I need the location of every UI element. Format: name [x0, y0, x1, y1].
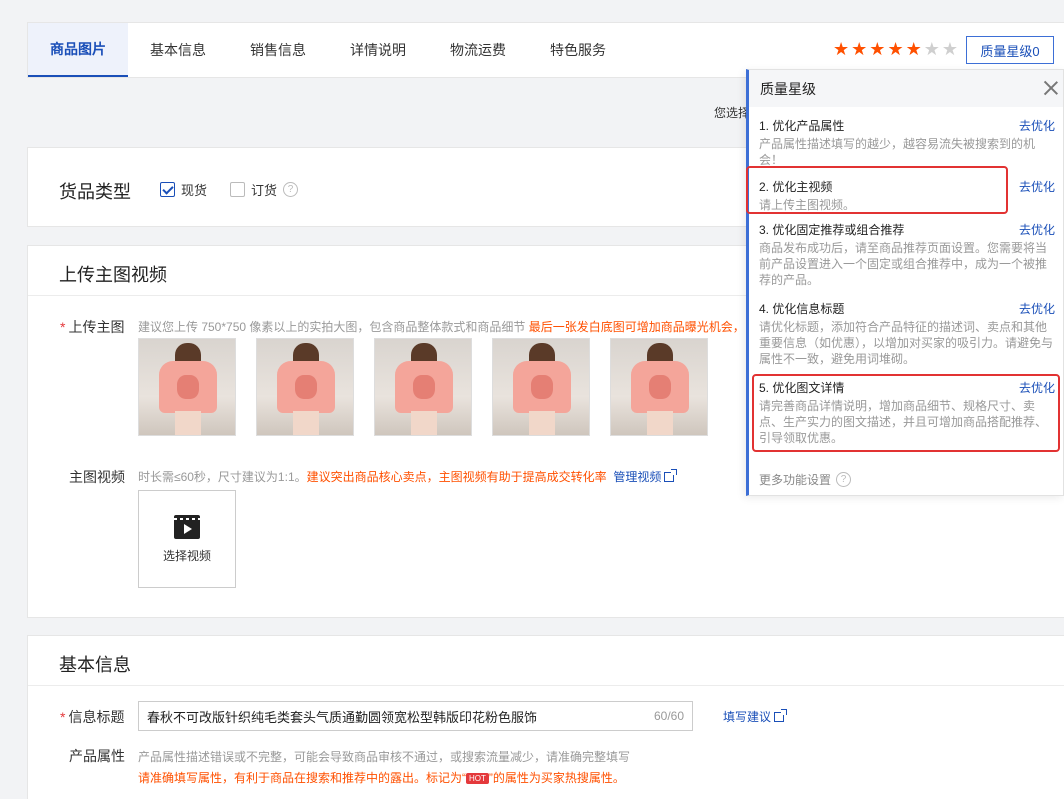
- optimize-item-title: 4. 优化信息标题: [759, 302, 845, 316]
- select-video-label: 选择视频: [162, 548, 211, 563]
- tab-detail-desc[interactable]: 详情说明: [328, 23, 428, 77]
- close-icon[interactable]: [1043, 80, 1059, 96]
- pre-order-label: 订货: [251, 183, 278, 198]
- highlight-box: [752, 374, 1060, 452]
- optimize-item: 1. 优化产品属性 去优化 产品属性描述填写的越少，越容易流失被搜索到的机会！: [759, 117, 1055, 168]
- star-icon: ★: [905, 39, 922, 60]
- checkbox-unchecked-icon[interactable]: [230, 182, 245, 197]
- optimize-item-desc: 产品属性描述填写的越少，越容易流失被搜索到的机会！: [759, 137, 1036, 167]
- main-video-tip: 时长需≤60秒，尺寸建议为1:1。建议突出商品核心卖点，主图视频有助于提高成交转…: [138, 468, 678, 485]
- quality-level-button[interactable]: 质量星级0: [966, 36, 1054, 64]
- goods-type-title: 货品类型: [59, 182, 131, 202]
- star-icon: ★: [869, 39, 886, 60]
- checkbox-checked-icon[interactable]: [160, 182, 175, 197]
- basic-info-title: 基本信息: [59, 655, 131, 675]
- main-image-list: [138, 338, 708, 436]
- fill-suggestion-link[interactable]: 填写建议: [723, 708, 788, 725]
- tab-logistics[interactable]: 物流运费: [428, 23, 528, 77]
- tab-product-images[interactable]: 商品图片: [28, 23, 128, 77]
- product-image-thumb[interactable]: [374, 338, 472, 436]
- help-icon[interactable]: ?: [836, 472, 852, 487]
- help-icon[interactable]: ?: [283, 182, 299, 197]
- tab-basic-info[interactable]: 基本信息: [128, 23, 228, 77]
- more-settings-link[interactable]: 更多功能设置 ?: [759, 471, 852, 488]
- hot-badge-icon: HOT: [466, 773, 489, 784]
- quality-panel-title: 质量星级: [760, 80, 816, 97]
- hint-text: 您选择: [714, 106, 751, 120]
- quality-panel-header: 质量星级: [749, 70, 1063, 107]
- info-title-field[interactable]: [147, 708, 654, 724]
- star-icon: ★: [851, 39, 868, 60]
- optimize-item-title: 1. 优化产品属性: [759, 119, 845, 133]
- external-link-icon: [664, 469, 678, 482]
- product-image-thumb[interactable]: [610, 338, 708, 436]
- product-image-thumb[interactable]: [256, 338, 354, 436]
- in-stock-label: 现货: [181, 183, 208, 198]
- optimize-link[interactable]: 去优化: [1019, 178, 1055, 195]
- basic-info-card: 基本信息 *信息标题 60/60 填写建议 产品属性 产品属性描述错误或不完整，…: [27, 635, 1064, 799]
- title-char-counter: 60/60: [653, 709, 684, 723]
- manage-video-link[interactable]: 管理视频: [613, 469, 678, 484]
- optimize-item-desc: 请优化标题，添加符合产品特征的描述词、卖点和其他重要信息（如优惠），以增加对买家…: [759, 320, 1054, 366]
- quality-panel: 质量星级 1. 优化产品属性 去优化 产品属性描述填写的越少，越容易流失被搜索到…: [746, 69, 1064, 496]
- optimize-link[interactable]: 去优化: [1019, 300, 1055, 317]
- product-attr-orange-tip: 请准确填写属性，有利于商品在搜索和推荐中的露出。标记为“ HOT ”的属性为买家热搜…: [138, 771, 625, 785]
- optimize-link[interactable]: 去优化: [1019, 221, 1055, 238]
- highlight-box: [746, 166, 1008, 214]
- info-title-input[interactable]: 60/60: [138, 701, 693, 731]
- product-image-thumb[interactable]: [492, 338, 590, 436]
- star-empty-icon: ★: [923, 39, 940, 60]
- in-stock-checkbox[interactable]: 现货: [160, 180, 207, 199]
- quality-stars: ★ ★ ★ ★ ★ ★ ★: [833, 41, 958, 59]
- video-icon: [174, 514, 200, 539]
- product-attr-label: 产品属性: [69, 748, 125, 764]
- main-image-tip: 建议您上传 750*750 像素以上的实拍大图，包含商品整体款式和商品细节 最后…: [138, 320, 745, 334]
- star-icon: ★: [833, 39, 850, 60]
- tab-special-service[interactable]: 特色服务: [528, 23, 628, 77]
- select-video-button[interactable]: 选择视频: [138, 490, 236, 588]
- optimize-item-desc: 商品发布成功后，请至商品推荐页面设置。您需要将当前产品设置进入一个固定或组合推荐…: [759, 241, 1048, 287]
- divider: [28, 685, 1064, 686]
- optimize-item: 4. 优化信息标题 去优化 请优化标题，添加符合产品特征的描述词、卖点和其他重要…: [759, 300, 1055, 367]
- pre-order-checkbox[interactable]: 订货 ?: [230, 180, 299, 199]
- main-image-label: * 上传主图: [60, 319, 125, 335]
- optimize-link[interactable]: 去优化: [1019, 117, 1055, 134]
- optimize-item-title: 3. 优化固定推荐或组合推荐: [759, 223, 905, 237]
- star-empty-icon: ★: [941, 39, 958, 60]
- external-link-icon: [774, 709, 788, 722]
- main-video-label: 主图视频: [69, 469, 125, 485]
- product-image-thumb[interactable]: [138, 338, 236, 436]
- info-title-label: * 信息标题: [60, 709, 125, 725]
- optimize-item: 3. 优化固定推荐或组合推荐 去优化 商品发布成功后，请至商品推荐页面设置。您需…: [759, 221, 1055, 288]
- star-icon: ★: [887, 39, 904, 60]
- tab-sales-info[interactable]: 销售信息: [228, 23, 328, 77]
- upload-media-title: 上传主图视频: [59, 265, 167, 285]
- product-attr-tip: 产品属性描述错误或不完整，可能会导致商品审核不通过，或搜索流量减少，请准确完整填…: [138, 750, 631, 764]
